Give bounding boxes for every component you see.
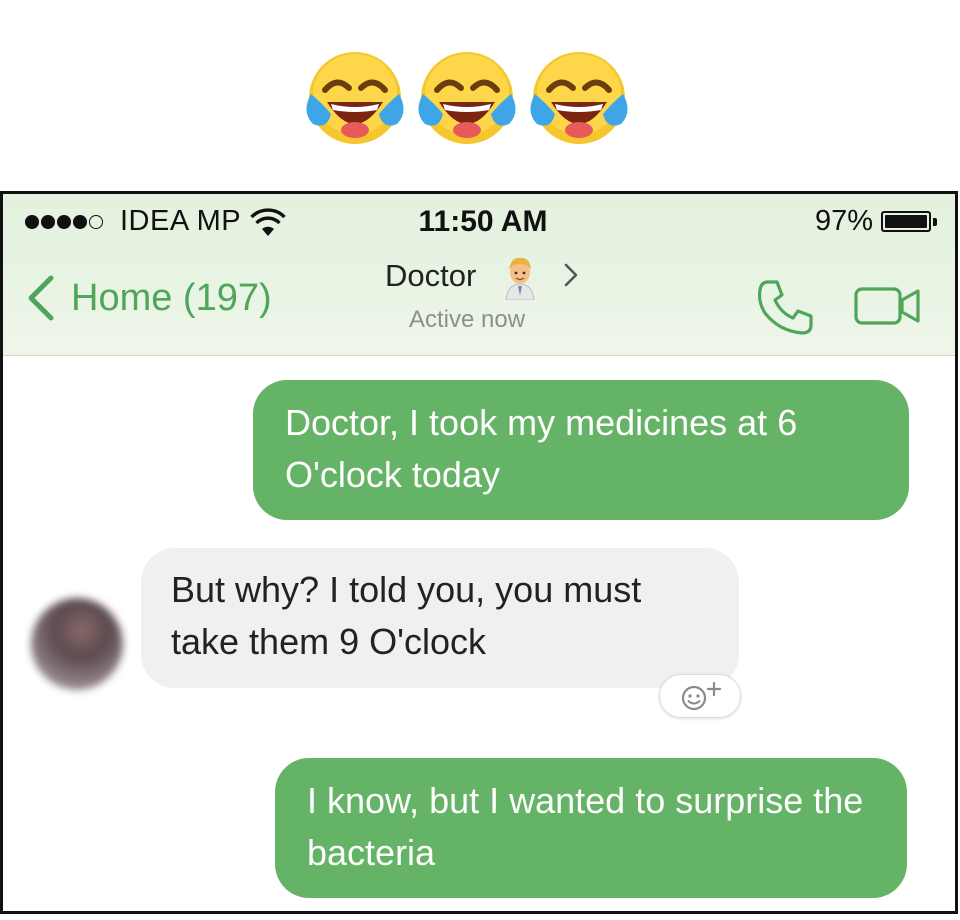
chat-screenshot: IDEA MP 11:50 AM 97% Home (197) Doctor A… [0,191,958,914]
emoji-row [0,48,960,148]
contact-name: Doctor [385,258,477,293]
outgoing-message[interactable]: I know, but I wanted to surprise the bac… [275,758,907,898]
doctor-emoji-icon [505,257,535,300]
face-with-tears-of-joy-icon [418,52,516,144]
contact-info[interactable]: Doctor Active now [385,257,578,333]
incoming-message[interactable]: But why? I told you, you must take them … [141,548,739,688]
phone-icon[interactable] [755,277,815,337]
avatar[interactable] [31,598,123,690]
face-with-tears-of-joy-icon [530,52,628,144]
chat-header: IDEA MP 11:50 AM 97% Home (197) Doctor A… [3,194,955,356]
face-with-tears-of-joy-icon [306,52,404,144]
contact-status: Active now [409,306,526,333]
back-label: Home (197) [71,276,272,319]
battery-fill [885,215,927,228]
battery-percentage: 97% [815,205,874,237]
video-camera-icon[interactable] [854,283,922,329]
chevron-right-icon [564,263,578,287]
battery-icon [881,211,931,232]
outgoing-message[interactable]: Doctor, I took my medicines at 6 O'clock… [253,380,909,520]
back-button[interactable]: Home (197) [25,274,272,322]
battery-tip [933,218,937,226]
chevron-left-icon [28,275,54,321]
status-bar: IDEA MP 11:50 AM 97% [3,194,955,244]
smiley-plus-icon [681,681,722,711]
add-reaction-button[interactable] [659,674,741,718]
